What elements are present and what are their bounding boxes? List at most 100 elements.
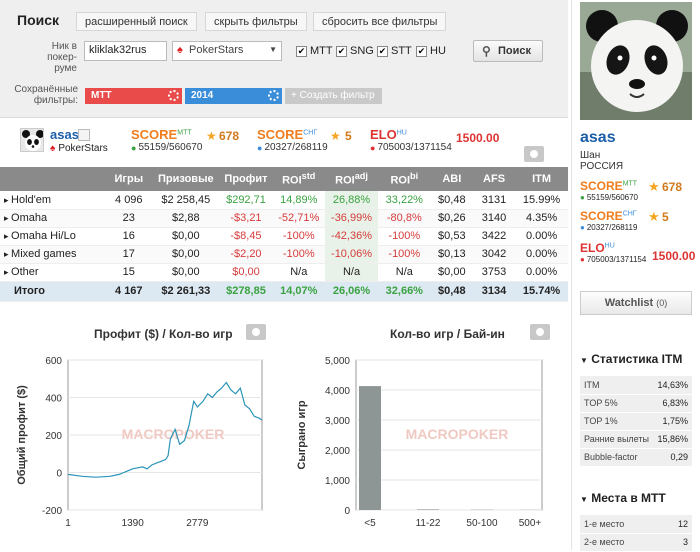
- side-country: РОССИЯ: [580, 161, 623, 172]
- table-row[interactable]: ▸ Other15$0,00$0,00N/aN/aN/a$0,0037530.0…: [0, 263, 568, 281]
- col-abi[interactable]: ABI: [431, 167, 473, 191]
- col-profit[interactable]: Профит: [220, 167, 273, 191]
- places-header[interactable]: ▼ Места в MTT: [580, 491, 666, 505]
- side-score-sng: SCOREСНГ ★ 5 ●20327/268119: [580, 209, 700, 232]
- create-filter-button[interactable]: + Создать фильтр: [285, 88, 382, 104]
- expand-arrow-icon[interactable]: ▸: [4, 213, 11, 223]
- rank-medal-icon: ●: [370, 143, 375, 153]
- main-column: Поиск расширенный поиск скрыть фильтры с…: [0, 0, 568, 550]
- reset-filters-button[interactable]: сбросить все фильтры: [313, 12, 446, 31]
- gear-icon[interactable]: [268, 90, 279, 101]
- profit-cell: -$2,20: [220, 245, 273, 263]
- itm-stats-header[interactable]: ▼ Статистика ITM: [580, 352, 682, 366]
- checkbox-sng-label: SNG: [350, 45, 374, 57]
- roi-std-cell: -100%: [272, 245, 325, 263]
- camera-icon[interactable]: [530, 324, 550, 340]
- table-row[interactable]: ▸ Omaha23$2,88-$3,21-52,71%-36,99%-80,8%…: [0, 209, 568, 227]
- checkbox-mtt[interactable]: ✔MTT: [296, 45, 333, 57]
- side-stat-value: 12: [662, 515, 692, 533]
- watermark: MACROPOKER: [406, 426, 509, 442]
- player-name[interactable]: asas: [50, 127, 79, 142]
- expand-arrow-icon[interactable]: ▸: [4, 267, 11, 277]
- game-name-cell: ▸ Omaha Hi/Lo: [0, 227, 106, 245]
- score-sng-block: SCOREСНГ ★ 5 ●20327/268119: [257, 127, 328, 153]
- gear-icon[interactable]: [168, 90, 179, 101]
- roi-bi-sup: bi: [410, 171, 418, 181]
- nick-label-line2: покер-руме: [25, 52, 77, 74]
- star-icon: ★: [206, 129, 217, 143]
- panda-avatar-image: [21, 129, 44, 152]
- y-tick-label: 400: [45, 394, 62, 405]
- check-icon: ✔: [336, 46, 347, 57]
- roi-adj-cell: 26,06%: [325, 281, 378, 301]
- rank-medal-icon: ●: [257, 143, 262, 153]
- table-total-row: Итого4 167$2 261,33$278,8514,07%26,06%32…: [0, 281, 568, 301]
- profit-cell: $292,71: [220, 191, 273, 209]
- side-stat-label: TOP 5%: [580, 394, 653, 412]
- room-select-value: PokerStars: [189, 44, 243, 56]
- checkbox-sng[interactable]: ✔SNG: [336, 45, 374, 57]
- roi-bi-cell: 33,22%: [378, 191, 431, 209]
- table-row[interactable]: ▸ Hold'em4 096$2 258,45$292,7114,89%26,8…: [0, 191, 568, 209]
- camera-icon[interactable]: [524, 146, 544, 162]
- check-icon: ✔: [416, 46, 427, 57]
- col-games[interactable]: Игры: [106, 167, 152, 191]
- side-stat-row: Ранние вылеты15,86%: [580, 430, 692, 448]
- col-prize[interactable]: Призовые: [152, 167, 220, 191]
- nick-label: Ник в покер-руме: [25, 41, 77, 74]
- col-roi-bi[interactable]: ROIbi: [378, 167, 431, 191]
- saved-filter-2014[interactable]: 2014: [185, 88, 282, 104]
- prize-cell: $0,00: [152, 263, 220, 281]
- x-tick-label: 2779: [186, 518, 209, 529]
- itm-cell: 0.00%: [515, 227, 568, 245]
- camera-icon[interactable]: [246, 324, 266, 340]
- y-tick-label: 5,000: [325, 356, 350, 367]
- search-button[interactable]: ⚲ Поиск: [473, 40, 543, 62]
- itm-cell: 0.00%: [515, 245, 568, 263]
- side-score-mtt-value: 678: [662, 180, 682, 194]
- saved-filter-mtt[interactable]: MTT: [85, 88, 182, 104]
- afs-cell: 3134: [473, 281, 515, 301]
- expand-arrow-icon[interactable]: ▸: [4, 249, 11, 259]
- col-roi-std[interactable]: ROIstd: [272, 167, 325, 191]
- advanced-search-button[interactable]: расширенный поиск: [76, 12, 197, 31]
- hide-filters-button[interactable]: скрыть фильтры: [205, 12, 307, 31]
- table-row[interactable]: ▸ Mixed games17$0,00-$2,20-100%-10,06%-1…: [0, 245, 568, 263]
- elo-label: ELO: [370, 127, 397, 142]
- side-stat-value: 15,86%: [653, 430, 692, 448]
- roi-std-cell: 14,07%: [272, 281, 325, 301]
- side-score-mtt-rank-row: ●55159/560670: [580, 193, 700, 202]
- score-mtt-rank-row: ●55159/560670: [131, 142, 202, 153]
- game-name-cell: ▸ Hold'em: [0, 191, 106, 209]
- elo-rank-row: ●705003/1371154: [370, 142, 452, 153]
- profit-chart-title: Профит ($) / Кол-во игр: [94, 327, 233, 341]
- afs-cell: 3422: [473, 227, 515, 245]
- checkbox-stt[interactable]: ✔STT: [377, 45, 412, 57]
- x-tick-label: 50-100: [466, 518, 498, 529]
- room-select[interactable]: ♠ PokerStars ▼: [172, 41, 282, 61]
- score-sng-sup: СНГ: [303, 129, 317, 136]
- expand-arrow-icon[interactable]: ▸: [4, 231, 11, 241]
- nick-input[interactable]: kliklak32rus: [84, 41, 167, 61]
- score-sng-value: 5: [345, 129, 352, 143]
- game-name: Итого: [14, 285, 45, 297]
- side-stat-row: 2-е место3: [580, 533, 692, 551]
- col-roi-adj[interactable]: ROIadj: [325, 167, 378, 191]
- checkbox-hu[interactable]: ✔HU: [416, 45, 446, 57]
- roi-adj-cell: -42,36%: [325, 227, 378, 245]
- bar: [359, 386, 381, 510]
- roi-std-sup: std: [302, 171, 316, 181]
- profile-card-icon[interactable]: [78, 129, 90, 141]
- search-icon: ⚲: [482, 41, 491, 61]
- col-afs[interactable]: AFS: [473, 167, 515, 191]
- watchlist-button[interactable]: Watchlist (0): [580, 291, 692, 315]
- col-itm[interactable]: ITM: [515, 167, 568, 191]
- expand-arrow-icon[interactable]: ▸: [4, 195, 11, 205]
- saved-filter-2014-label: 2014: [191, 90, 213, 101]
- pokerstars-icon: ♠: [50, 143, 55, 154]
- prize-cell: $2 261,33: [152, 281, 220, 301]
- player-avatar[interactable]: [20, 128, 44, 152]
- side-stat-row: 1-е место12: [580, 515, 692, 533]
- table-row[interactable]: ▸ Omaha Hi/Lo16$0,00-$8,45-100%-42,36%-1…: [0, 227, 568, 245]
- saved-filter-mtt-label: MTT: [91, 90, 112, 101]
